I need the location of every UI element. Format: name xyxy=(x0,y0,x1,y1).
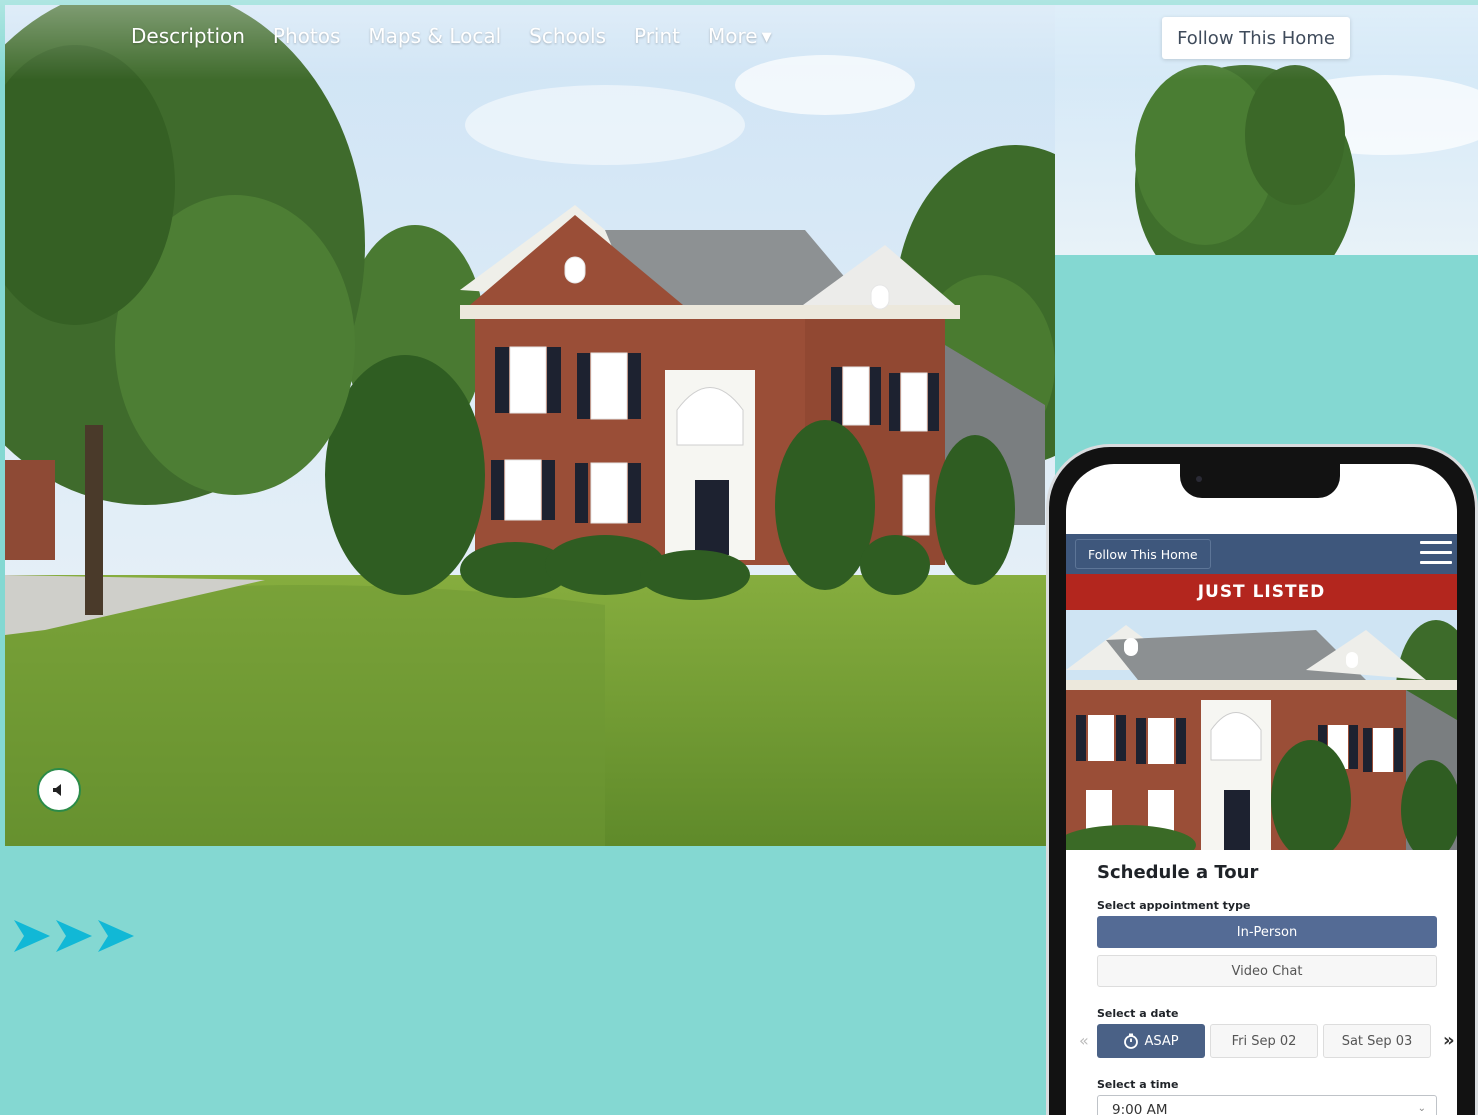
arrow-right-icon xyxy=(14,920,50,952)
house-photo xyxy=(5,5,1055,846)
mobile-house-photo xyxy=(1066,610,1457,850)
schedule-tour-title: Schedule a Tour xyxy=(1097,862,1259,883)
date-label: Select a date xyxy=(1097,1007,1179,1020)
top-navigation: Description Photos Maps & Local Schools … xyxy=(0,0,1478,80)
nav-item-photos[interactable]: Photos xyxy=(273,24,340,48)
nav-item-more-label: More xyxy=(708,24,758,48)
phone-screen: Follow This Home JUST LISTED Schedule a … xyxy=(1066,464,1457,1115)
date-next-icon[interactable]: » xyxy=(1443,1030,1455,1051)
date-chip-asap-label: ASAP xyxy=(1144,1033,1179,1049)
just-listed-banner: JUST LISTED xyxy=(1066,574,1457,610)
follow-this-home-button[interactable]: Follow This Home xyxy=(1162,17,1350,59)
caret-down-icon: ▼ xyxy=(761,30,772,45)
date-selector: « ASAP Fri Sep 02 Sat Sep 03 » xyxy=(1079,1024,1455,1058)
date-chip-asap[interactable]: ASAP xyxy=(1097,1024,1205,1058)
chevron-down-icon: ⌄ xyxy=(1417,1103,1426,1114)
nav-links: Description Photos Maps & Local Schools … xyxy=(131,24,772,48)
decorative-arrows xyxy=(14,920,134,952)
date-chip-fri[interactable]: Fri Sep 02 xyxy=(1210,1024,1318,1058)
date-chip-sat[interactable]: Sat Sep 03 xyxy=(1323,1024,1431,1058)
speaker-muted-icon xyxy=(53,784,61,796)
appointment-type-label: Select appointment type xyxy=(1097,899,1251,912)
arrow-right-icon xyxy=(56,920,92,952)
phone-notch xyxy=(1180,464,1340,498)
date-prev-icon[interactable]: « xyxy=(1079,1031,1089,1050)
time-select[interactable]: 9:00 AM ⌄ xyxy=(1097,1095,1437,1115)
nav-item-description[interactable]: Description xyxy=(131,24,245,48)
video-chat-button[interactable]: Video Chat xyxy=(1097,955,1437,987)
hero-video[interactable] xyxy=(5,5,1055,846)
time-select-value: 9:00 AM xyxy=(1112,1102,1168,1115)
nav-item-schools[interactable]: Schools xyxy=(529,24,606,48)
mute-button[interactable] xyxy=(37,768,81,812)
phone-mockup: Follow This Home JUST LISTED Schedule a … xyxy=(1046,444,1478,1115)
mobile-header: Follow This Home xyxy=(1066,534,1457,574)
schedule-tour-form: Schedule a Tour Select appointment type … xyxy=(1079,862,1455,1115)
nav-item-more[interactable]: More ▼ xyxy=(708,24,772,48)
nav-item-print[interactable]: Print xyxy=(634,24,680,48)
hamburger-menu-icon[interactable] xyxy=(1420,541,1452,567)
nav-item-maps-local[interactable]: Maps & Local xyxy=(368,24,501,48)
in-person-button[interactable]: In-Person xyxy=(1097,916,1437,948)
time-label: Select a time xyxy=(1097,1078,1179,1091)
arrow-right-icon xyxy=(98,920,134,952)
mobile-follow-this-home-button[interactable]: Follow This Home xyxy=(1075,539,1211,569)
stopwatch-icon xyxy=(1124,1033,1139,1049)
camera-icon xyxy=(1196,476,1202,482)
